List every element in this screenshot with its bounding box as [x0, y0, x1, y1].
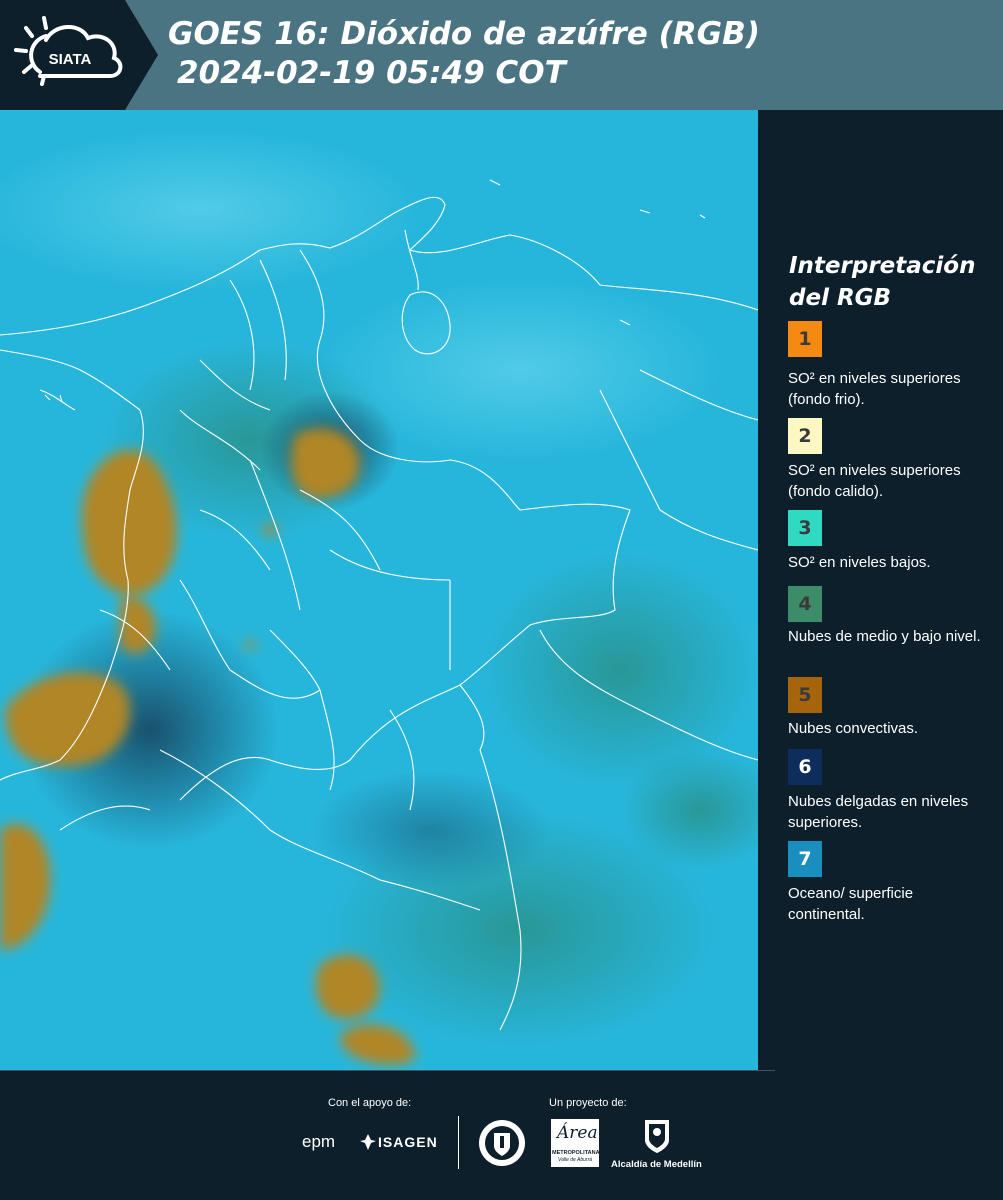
- alcaldia-logo-text: Alcaldía de Medellín: [611, 1159, 702, 1170]
- legend-number-7: 7: [798, 848, 812, 870]
- legend-number-1: 1: [798, 328, 812, 350]
- logo-text: SIATA: [49, 51, 92, 68]
- legend-number-4: 4: [798, 593, 812, 615]
- legend-panel: Interpretación del RGB 1 SO² en niveles …: [758, 110, 1003, 1070]
- area-logo-line1: METROPOLITANA: [552, 1150, 600, 1156]
- epm-logo: epm: [302, 1132, 336, 1151]
- legend-number-6: 6: [798, 756, 812, 778]
- legend-text-1: SO² en niveles superiores (fondo frio).: [788, 370, 961, 408]
- area-logo-line2: Valle de Aburrá: [557, 1157, 593, 1163]
- legend-swatch-4: 4: [788, 586, 822, 622]
- header: SIATA GOES 16: Dióxido de azúfre (RGB) 2…: [0, 0, 1003, 110]
- footer-vertical-divider: [458, 1116, 459, 1169]
- legend-swatch-6: 6: [788, 749, 822, 785]
- legend-swatch-2: 2: [788, 418, 822, 454]
- legend-text-7: Oceano/ superficie continental.: [788, 885, 914, 923]
- legend-swatch-7: 7: [788, 841, 822, 877]
- legend-text-6: Nubes delgadas en niveles superiores.: [788, 793, 969, 831]
- siata-logo: SIATA: [14, 16, 123, 86]
- legend-text-2: SO² en niveles superiores (fondo calido)…: [788, 462, 961, 500]
- legend-swatch-3: 3: [788, 510, 822, 546]
- isagen-logo: ISAGEN: [378, 1134, 438, 1150]
- legend-text-5: Nubes convectivas.: [788, 720, 919, 737]
- legend-number-5: 5: [798, 684, 812, 706]
- footer: Con el apoyo de: Un proyecto de: epm ISA…: [0, 1070, 1003, 1200]
- legend-title-line2: del RGB: [789, 285, 892, 311]
- legend-title-line1: Interpretación: [789, 253, 976, 279]
- isagen-icon: [360, 1134, 376, 1150]
- legend-text-4: Nubes de medio y bajo nivel.: [788, 628, 981, 645]
- alcaldia-shield-icon: [645, 1120, 669, 1153]
- legend-swatch-1: 1: [788, 321, 822, 357]
- area-logo-script: Área: [557, 1123, 598, 1143]
- satellite-image: [0, 110, 758, 1070]
- legend-number-3: 3: [798, 517, 812, 539]
- page-title: GOES 16: Dióxido de azúfre (RGB): [168, 16, 760, 52]
- legend-number-2: 2: [798, 425, 812, 447]
- support-label: Con el apoyo de:: [328, 1097, 412, 1109]
- legend-title: Interpretación del RGB: [789, 250, 989, 314]
- footer-divider-line: [0, 1070, 775, 1071]
- area-metropolitana-logo: Área METROPOLITANA Valle de Aburrá: [551, 1119, 600, 1167]
- page-subtitle-timestamp: 2024-02-19 05:49 COT: [177, 55, 566, 91]
- medellin-seal-icon: [479, 1120, 525, 1166]
- legend-swatch-5: 5: [788, 677, 822, 713]
- project-label: Un proyecto de:: [549, 1097, 627, 1109]
- legend-text-3: SO² en niveles bajos.: [788, 554, 931, 571]
- satellite-map: [0, 110, 758, 1070]
